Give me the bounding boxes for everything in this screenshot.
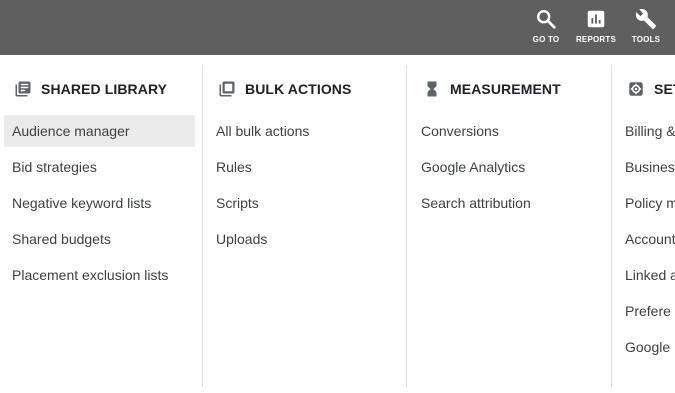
reports-label: REPORTS: [575, 35, 617, 44]
reports-button[interactable]: REPORTS: [575, 8, 617, 50]
measurement-list: Conversions Google Analytics Search attr…: [413, 115, 603, 223]
bulk-actions-title: BULK ACTIONS: [245, 81, 352, 97]
tools-menu-panel: SHARED LIBRARY Audience manager Bid stra…: [0, 55, 675, 393]
menu-item-policy[interactable]: Policy m: [617, 187, 675, 219]
menu-item-shared-budgets[interactable]: Shared budgets: [4, 223, 195, 255]
setup-title: SET: [654, 81, 675, 97]
column-divider: [202, 65, 203, 387]
menu-item-scripts[interactable]: Scripts: [208, 187, 398, 219]
wrench-icon: [635, 9, 657, 30]
menu-item-placement-exclusion-lists[interactable]: Placement exclusion lists: [4, 259, 195, 291]
shared-library-header: SHARED LIBRARY: [14, 78, 167, 100]
top-toolbar: GO TO REPORTS TOOLS: [0, 0, 675, 55]
bulk-actions-header: BULK ACTIONS: [218, 78, 351, 100]
shared-library-list: Audience manager Bid strategies Negative…: [4, 115, 195, 295]
menu-item-conversions[interactable]: Conversions: [413, 115, 603, 147]
menu-item-google[interactable]: Google I: [617, 331, 675, 363]
measurement-title: MEASUREMENT: [450, 81, 561, 97]
setup-list: Billing & Busines Policy m Account Linke…: [617, 115, 675, 367]
bulk-actions-list: All bulk actions Rules Scripts Uploads: [208, 115, 398, 259]
menu-item-account[interactable]: Account: [617, 223, 675, 255]
settings-icon: [627, 80, 645, 98]
bar-chart-icon: [587, 10, 605, 28]
menu-item-linked-accounts[interactable]: Linked a: [617, 259, 675, 291]
menu-item-audience-manager[interactable]: Audience manager: [4, 115, 195, 147]
setup-header: SET: [627, 78, 675, 100]
column-divider: [611, 65, 612, 387]
measurement-header: MEASUREMENT: [423, 78, 561, 100]
hourglass-icon: [423, 80, 441, 98]
menu-item-uploads[interactable]: Uploads: [208, 223, 398, 255]
setup-column: SET Billing & Busines Policy m Account L…: [617, 55, 675, 393]
column-divider: [406, 65, 407, 387]
menu-item-negative-keyword-lists[interactable]: Negative keyword lists: [4, 187, 195, 219]
search-icon: [537, 10, 556, 29]
menu-item-billing[interactable]: Billing &: [617, 115, 675, 147]
shared-library-title: SHARED LIBRARY: [41, 81, 168, 97]
menu-item-search-attribution[interactable]: Search attribution: [413, 187, 603, 219]
menu-item-rules[interactable]: Rules: [208, 151, 398, 183]
library-icon: [14, 80, 32, 98]
menu-item-google-analytics[interactable]: Google Analytics: [413, 151, 603, 183]
menu-item-preferences[interactable]: Prefere: [617, 295, 675, 327]
tools-label: TOOLS: [631, 35, 661, 44]
menu-item-bid-strategies[interactable]: Bid strategies: [4, 151, 195, 183]
copy-stack-icon: [218, 80, 236, 98]
tools-button[interactable]: TOOLS: [628, 8, 664, 50]
go-to-label: GO TO: [532, 35, 560, 44]
menu-item-business[interactable]: Busines: [617, 151, 675, 183]
go-to-button[interactable]: GO TO: [530, 8, 562, 50]
menu-item-all-bulk-actions[interactable]: All bulk actions: [208, 115, 398, 147]
